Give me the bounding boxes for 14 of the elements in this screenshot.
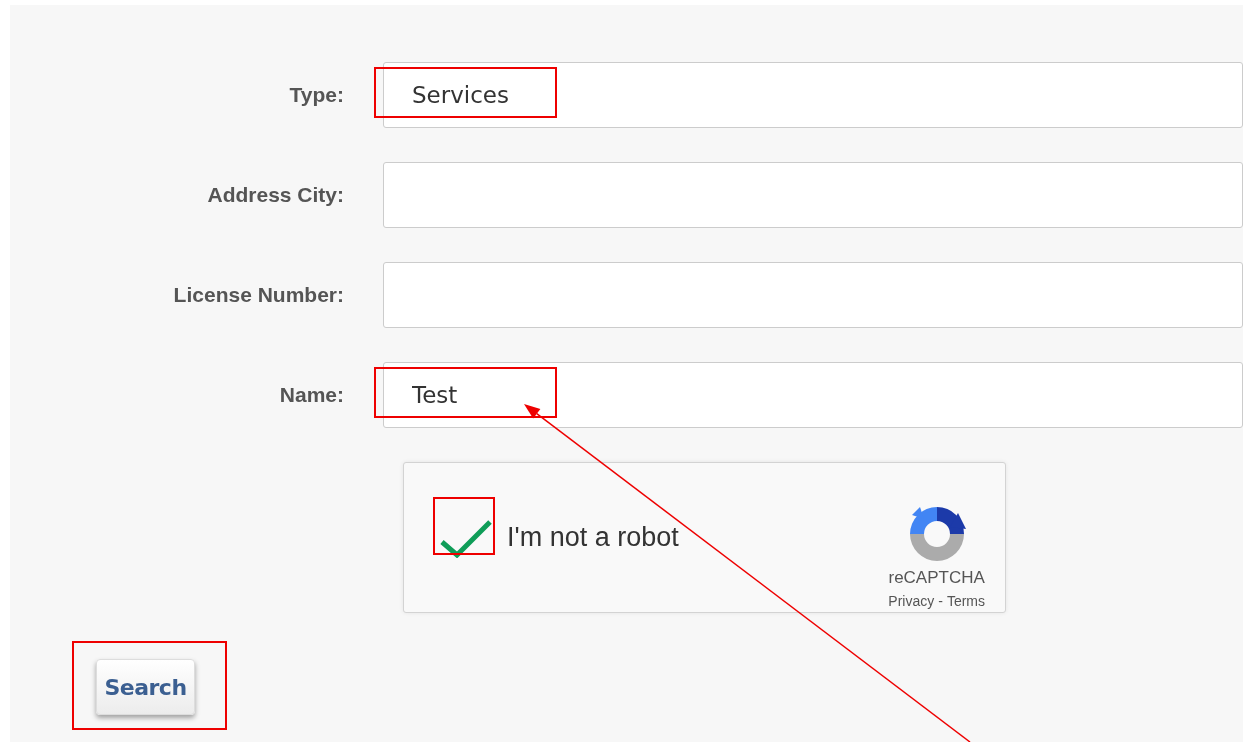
input-field[interactable] (383, 262, 1243, 328)
terms-link[interactable]: Terms (946, 590, 985, 612)
field-label: Type: (288, 82, 345, 109)
separator-text: - (938, 591, 943, 611)
input-field[interactable]: Test (383, 362, 1243, 428)
field-label: License Number: (172, 282, 345, 309)
input-field[interactable]: Services (383, 62, 1243, 128)
privacy-link[interactable]: Privacy (888, 590, 935, 612)
search-button[interactable]: Search (96, 659, 195, 715)
captcha-label: I'm not a robot (507, 521, 679, 555)
input-field[interactable] (383, 162, 1243, 228)
field-label: Address City: (206, 182, 345, 209)
field-label: Name: (278, 382, 345, 409)
captcha-brand: reCAPTCHA (888, 567, 985, 590)
